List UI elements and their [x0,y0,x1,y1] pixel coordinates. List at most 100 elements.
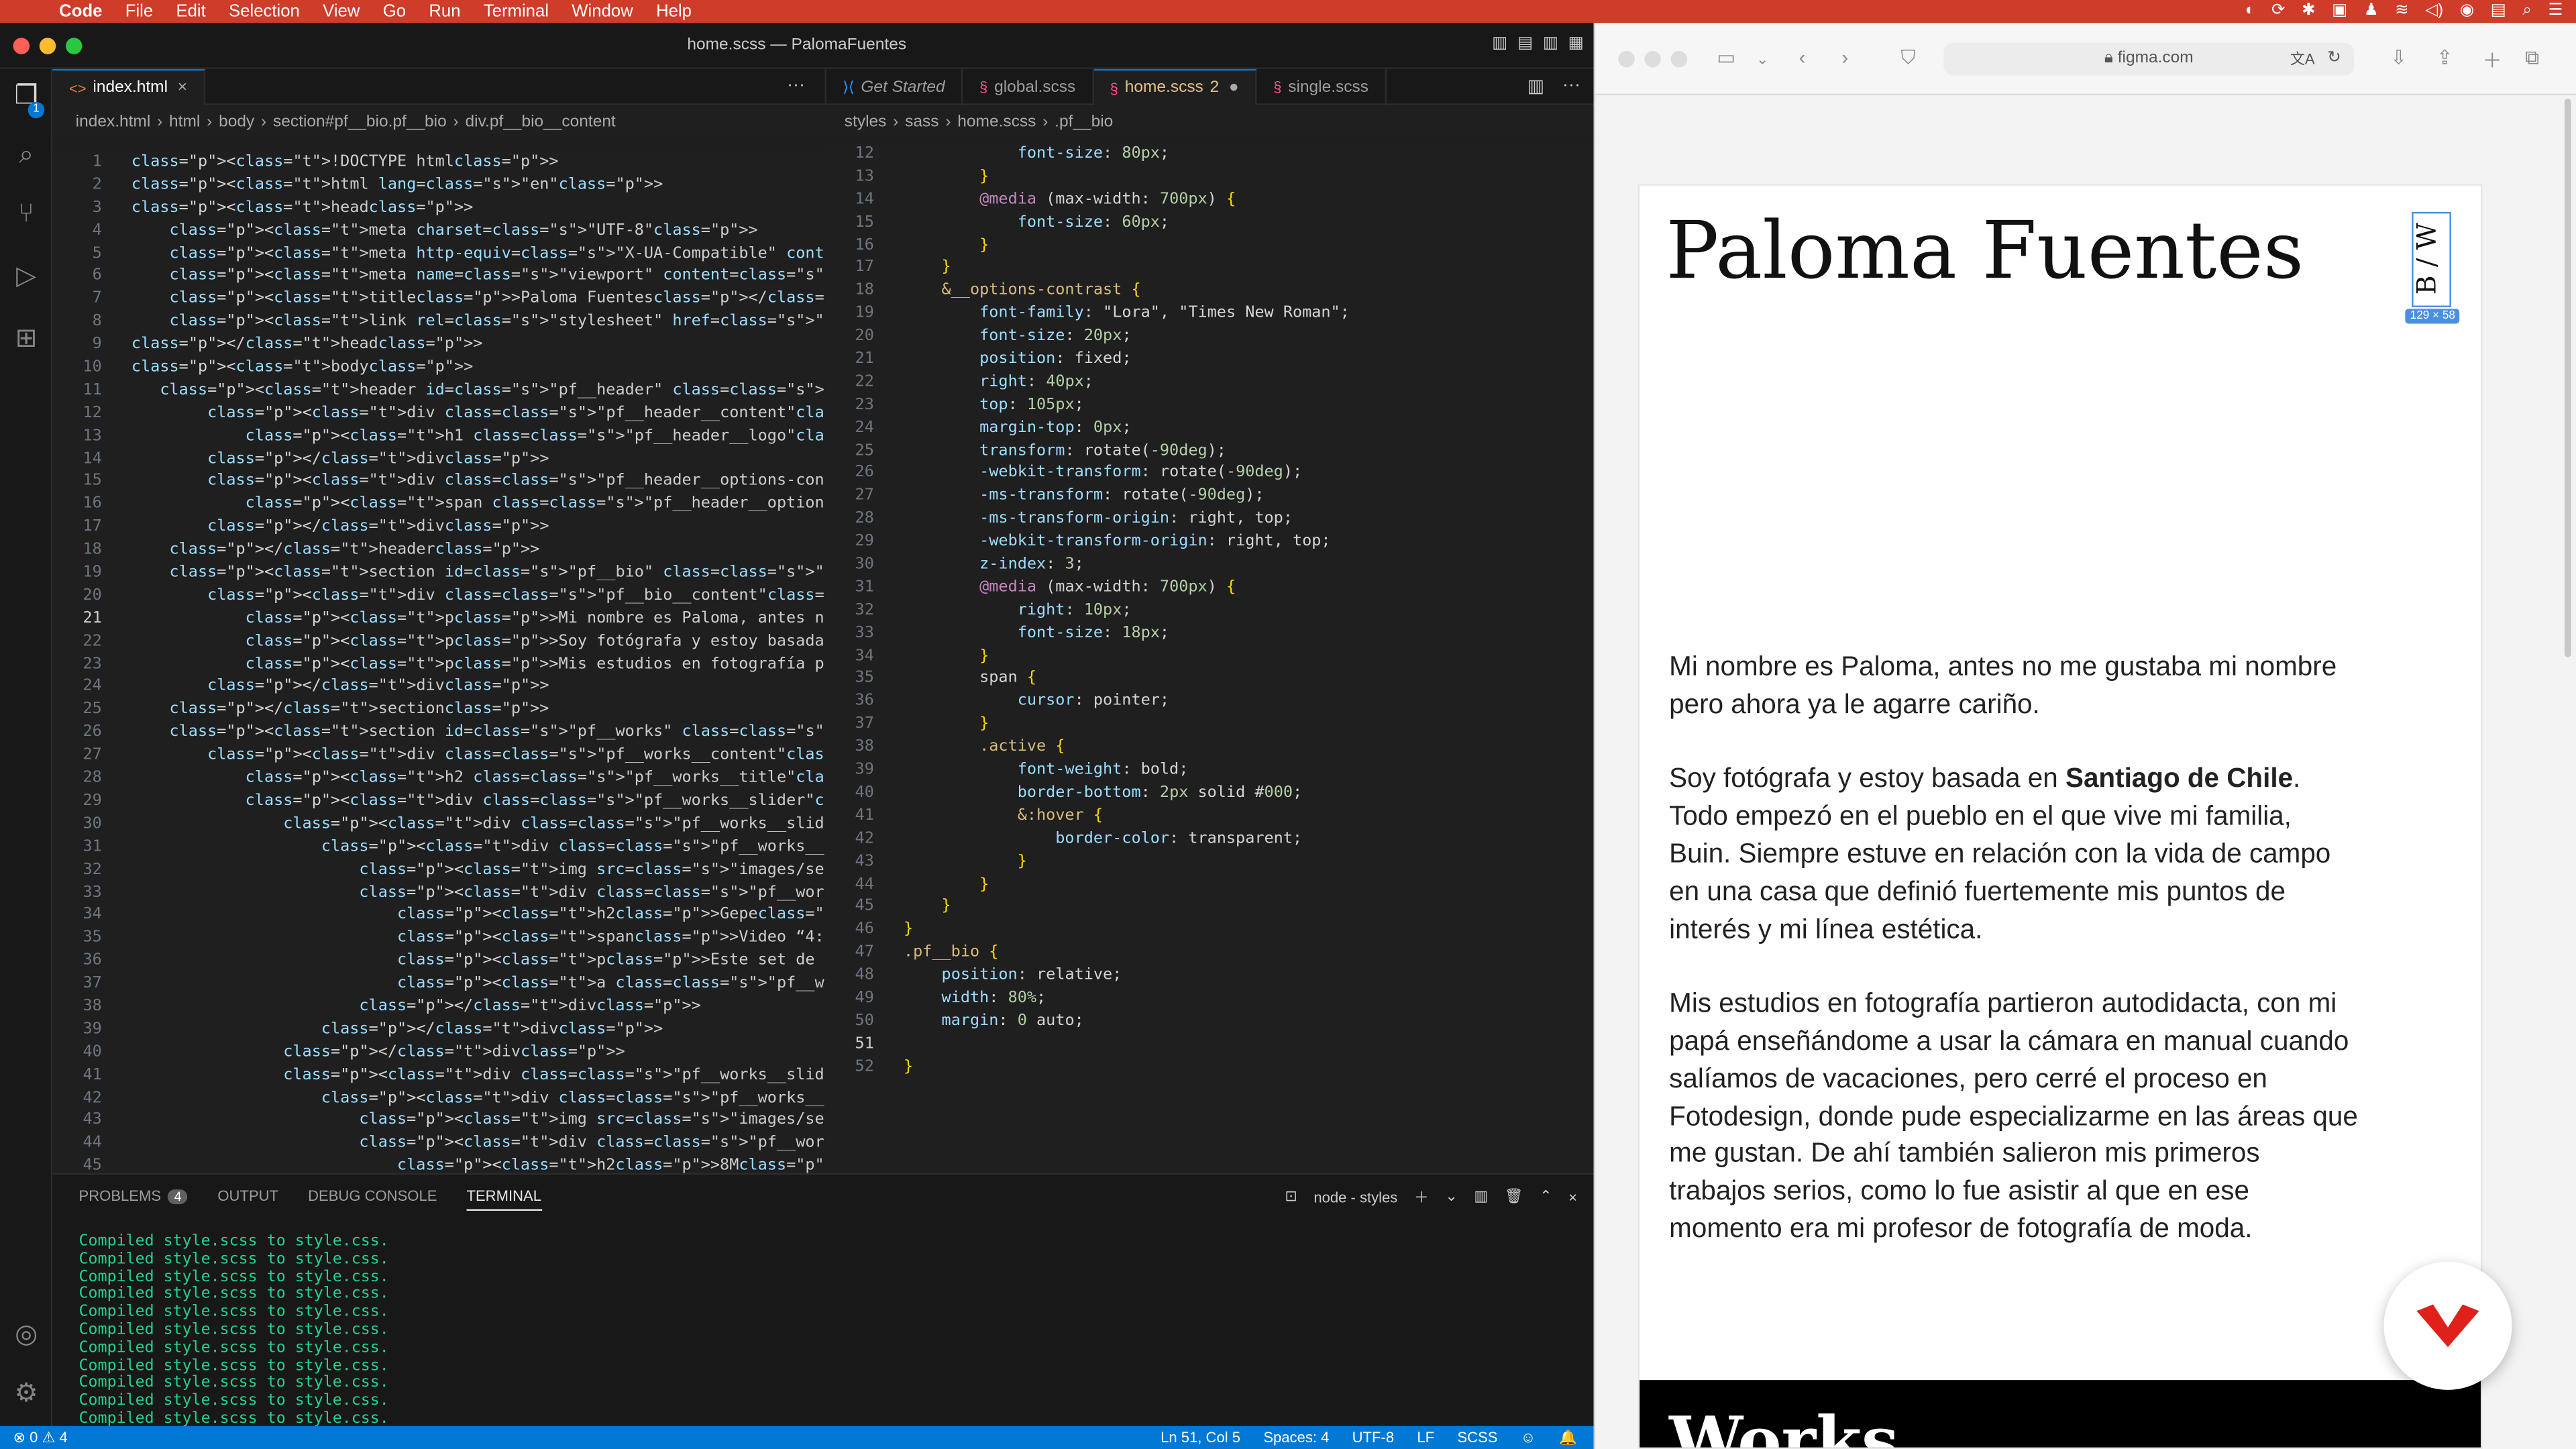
code-line[interactable]: 42 class="p"><class="t">div class=class=… [52,1087,825,1110]
code-line[interactable]: 26 -webkit-transform: rotate(-90deg); [824,462,1593,485]
tab-global-scss[interactable]: § global.scss [963,68,1094,105]
encoding[interactable]: UTF-8 [1352,1430,1394,1446]
code-line[interactable]: 31 @media (max-width: 700px) { [824,576,1593,599]
tab-get-started[interactable]: ⟩⟨ Get Started [826,68,963,105]
source-control-icon[interactable]: ⑂ [0,201,52,230]
code-line[interactable]: 19 class="p"><class="t">section id=class… [52,562,825,585]
code-line[interactable]: 35 class="p"><class="t">spanclass="p">>V… [52,927,825,950]
close-panel-icon[interactable]: × [1568,1189,1577,1205]
page-logo[interactable]: Paloma Fuentes [1666,205,2304,297]
indentation[interactable]: Spaces: 4 [1263,1430,1329,1446]
breadcrumb-item[interactable]: home.scss [957,113,1036,131]
search-icon[interactable]: ⌕ [0,142,52,171]
code-line[interactable]: 7 class="p"><class="t">titleclass="p">>P… [52,288,825,311]
code-line[interactable]: 20 font-size: 20px; [824,325,1593,348]
close-tab-icon[interactable]: × [178,79,187,97]
download-icon[interactable]: ⇩ [2390,46,2407,69]
run-debug-icon[interactable]: ▷ [0,260,52,292]
code-line[interactable]: 6 class="p"><class="t">meta name=class="… [52,265,825,288]
code-line[interactable]: 41 &:hover { [824,805,1593,828]
code-line[interactable]: 39 font-weight: bold; [824,759,1593,782]
code-line[interactable]: 31 class="p"><class="t">div class=class=… [52,836,825,859]
code-line[interactable]: 27 class="p"><class="t">div class=class=… [52,745,825,767]
code-line[interactable]: 37 } [824,714,1593,737]
code-line[interactable]: 36 class="p"><class="t">pclass="p">>Este… [52,950,825,973]
manage-gear-icon[interactable]: ⚙ [0,1377,52,1409]
code-line[interactable]: 24 margin-top: 0px; [824,417,1593,439]
chevron-down-icon[interactable]: ⌄ [1445,1188,1457,1206]
trash-icon[interactable]: 🗑 [1505,1188,1523,1206]
code-line[interactable]: 48 position: relative; [824,965,1593,987]
code-line[interactable]: 34 class="p"><class="t">h2class="p">>Gep… [52,904,825,927]
code-line[interactable]: 40 class="p"></class="t">divclass="p">> [52,1041,824,1064]
code-line[interactable]: 25 transform: rotate(-90deg); [824,439,1593,462]
accounts-icon[interactable]: ◎ [0,1318,52,1350]
code-line[interactable]: 26 class="p"><class="t">section id=class… [52,722,825,745]
tab-single-scss[interactable]: § single.scss [1257,68,1387,105]
cursor-position[interactable]: Ln 51, Col 5 [1161,1430,1240,1446]
code-line[interactable]: 32 right: 10px; [824,599,1593,622]
code-line[interactable]: 32 class="p"><class="t">img src=class="s… [52,859,825,881]
code-line[interactable]: 15 font-size: 60px; [824,211,1593,234]
code-line[interactable]: 10 class="p"><class="t">bodyclass="p">> [52,356,824,379]
code-line[interactable]: 17 } [824,257,1593,280]
menu-help[interactable]: Help [656,0,692,23]
code-line[interactable]: 52} [824,1056,1593,1079]
code-line[interactable]: 27 -ms-transform: rotate(-90deg); [824,485,1593,508]
code-line[interactable]: 25 class="p"></class="t">sectionclass="p… [52,699,824,722]
more-actions-icon[interactable]: ··· [787,76,805,95]
code-line[interactable]: 30 z-index: 3; [824,553,1593,576]
breadcrumb-item[interactable]: index.html [76,113,151,131]
code-line[interactable]: 36 cursor: pointer; [824,690,1593,713]
code-line[interactable]: 42 border-color: transparent; [824,828,1593,851]
code-line[interactable]: 44 } [824,873,1593,896]
new-terminal-icon[interactable]: ＋ [1414,1186,1429,1208]
code-line[interactable]: 17 class="p"></class="t">divclass="p">> [52,517,824,539]
notifications-bell-icon[interactable]: 🔔 [1559,1428,1577,1446]
code-line[interactable]: 19 font-family: "Lora", "Times New Roman… [824,303,1593,325]
code-line[interactable]: 38 .active { [824,737,1593,759]
account-icon[interactable]: ◉ [2460,0,2474,23]
code-line[interactable]: 11 class="p"><class="t">header id=class=… [52,379,825,402]
code-line[interactable]: 3 class="p"><class="t">headclass="p">> [52,197,824,219]
extensions-icon[interactable]: ⊞ [0,322,52,355]
status-user-icon[interactable]: ♟ [2364,0,2379,23]
code-line[interactable]: 30 class="p"><class="t">div class=class=… [52,813,825,836]
code-line[interactable]: 47 .pf__bio { [824,942,1593,965]
keyboard-icon[interactable]: ▤ [2491,0,2506,23]
code-line[interactable]: 12 class="p"><class="t">div class=class=… [52,402,825,425]
scrollbar-thumb[interactable] [2564,98,2571,657]
code-line[interactable]: 21 position: fixed; [824,348,1593,371]
tab-output[interactable]: OUTPUT [217,1188,278,1211]
search-icon[interactable]: ⌕ [2522,0,2532,23]
new-tab-icon[interactable]: ＋ [2482,46,2502,74]
menu-edit[interactable]: Edit [176,0,205,23]
code-line[interactable]: 8 class="p"><class="t">link rel=class="s… [52,311,825,333]
back-icon[interactable]: ‹ [1799,46,1806,69]
status-box-icon[interactable]: ▣ [2332,0,2347,23]
code-line[interactable]: 43 } [824,851,1593,873]
reload-icon[interactable]: ↻ [2327,43,2341,76]
code-line[interactable]: 37 class="p"><class="t">a class=class="s… [52,973,825,996]
shield-icon[interactable]: ⛉ [1900,46,1915,71]
code-line[interactable]: 18 &__options-contrast { [824,280,1593,303]
toggle-sidebar-icon[interactable]: ▥ [1492,34,1507,52]
code-line[interactable]: 29 class="p"><class="t">div class=class=… [52,790,825,813]
code-line[interactable]: 24 class="p"></class="t">divclass="p">> [52,676,824,699]
tab-terminal[interactable]: TERMINAL [466,1188,541,1211]
code-line[interactable]: 5 class="p"><class="t">meta http-equiv=c… [52,242,825,265]
status-sync-icon[interactable]: ⟳ [2271,0,2286,23]
breadcrumb-item[interactable]: div.pf__bio__content [466,113,616,131]
code-line[interactable]: 13 class="p"><class="t">h1 class=class="… [52,425,825,448]
breadcrumb-item[interactable]: html [169,113,200,131]
address-bar[interactable]: 🔒︎ figma.com 文A ↻ [1943,42,2355,76]
translate-icon[interactable]: 文A [2290,43,2315,76]
maximize-panel-icon[interactable]: ⌃ [1540,1188,1552,1206]
menu-selection[interactable]: Selection [229,0,300,23]
menu-run[interactable]: Run [429,0,460,23]
breadcrumb-item[interactable]: body [219,113,254,131]
tab-overview-icon[interactable]: ⧉ [2525,46,2539,71]
split-editor-icon[interactable]: ▥ [1527,76,1544,97]
code-line[interactable]: 28 -ms-transform-origin: right, top; [824,508,1593,531]
code-line[interactable]: 2 class="p"><class="t">html lang=class="s… [52,174,824,197]
